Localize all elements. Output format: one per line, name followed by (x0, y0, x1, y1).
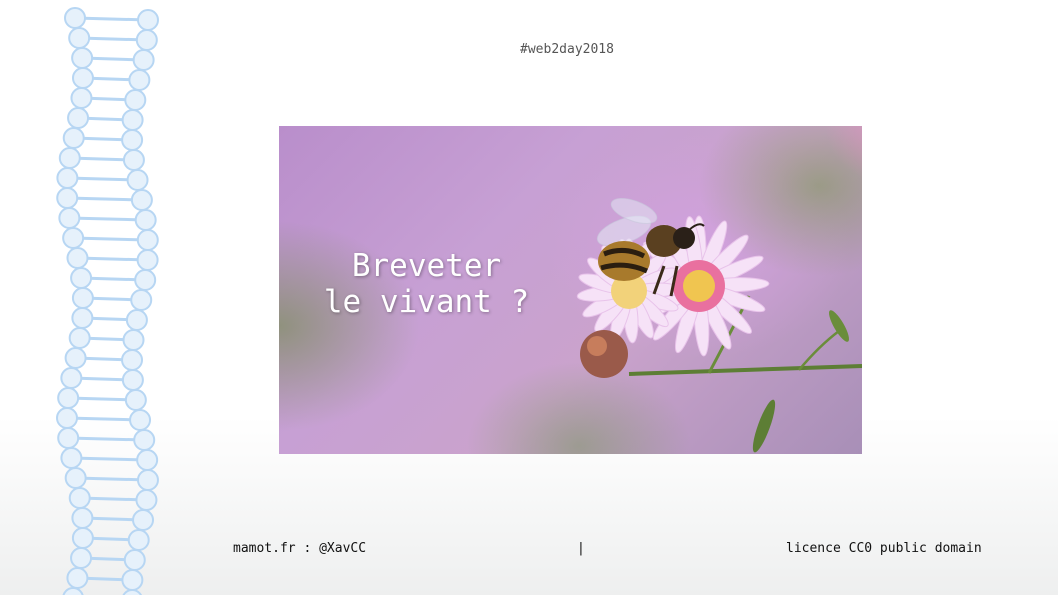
author-handle: mamot.fr : @XavCC (233, 541, 367, 556)
slide-title-line2: le vivant ? (323, 284, 530, 320)
slide-title-line1: Breveter (351, 248, 502, 284)
footer-separator: | (577, 541, 585, 556)
license-text: licence CC0 public domain (786, 541, 982, 556)
hashtag: #web2day2018 (520, 42, 614, 57)
bee-flower-image: Breveter le vivant ? (279, 126, 862, 454)
dna-helix-icon (56, 7, 159, 595)
